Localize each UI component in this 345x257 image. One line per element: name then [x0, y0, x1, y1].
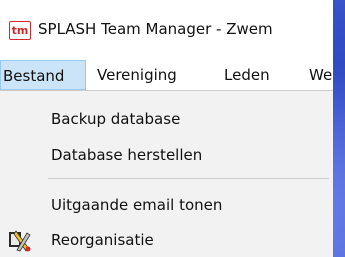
title-bar: tm SPLASH Team Manager - Zwem [0, 0, 333, 60]
window-title: SPLASH Team Manager - Zwem [38, 20, 273, 38]
menu-item-label: Reorganisatie [51, 231, 154, 249]
menu-vereniging[interactable]: Vereniging [97, 60, 177, 90]
menu-separator [48, 178, 329, 179]
menu-bar: Bestand Vereniging Leden We [0, 60, 333, 90]
menu-item-backup-database[interactable]: Backup database [0, 106, 333, 134]
menu-we[interactable]: We [309, 60, 332, 90]
reorganize-tools-icon [9, 230, 31, 252]
app-logo-icon: tm [9, 21, 31, 40]
menu-item-database-herstellen[interactable]: Database herstellen [0, 142, 333, 170]
app-window: tm SPLASH Team Manager - Zwem Bestand Ve… [0, 0, 333, 257]
menu-leden[interactable]: Leden [224, 60, 270, 90]
menu-item-reorganisatie[interactable]: Reorganisatie [0, 227, 333, 255]
menu-item-label: Backup database [51, 110, 181, 128]
menu-item-label: Uitgaande email tonen [51, 196, 223, 214]
menu-item-label: Database herstellen [51, 146, 203, 164]
menu-bestand[interactable]: Bestand [0, 60, 86, 90]
menu-item-uitgaande-email-tonen[interactable]: Uitgaande email tonen [0, 192, 333, 220]
bestand-dropdown-menu: Backup database Database herstellen Uitg… [0, 90, 333, 257]
